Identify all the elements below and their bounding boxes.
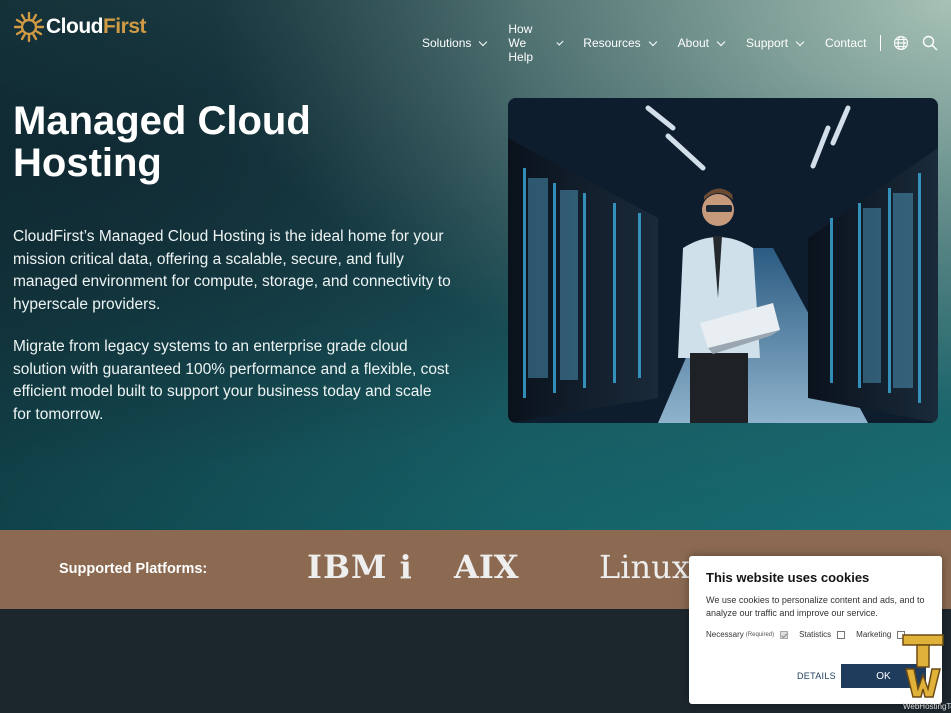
- platform-linux: Linux: [599, 548, 690, 586]
- option-label: Marketing: [856, 630, 892, 639]
- logo-text-cloud: Cloud: [46, 15, 103, 38]
- chevron-down-icon: [555, 38, 563, 45]
- cloudfirst-logo[interactable]: CloudFirst: [13, 11, 147, 43]
- cookie-options: Necessary (Required) Statistics Marketin…: [706, 630, 916, 639]
- cookie-option-statistics[interactable]: Statistics: [799, 630, 846, 639]
- chevron-down-icon: [648, 37, 657, 46]
- page-title: Managed Cloud Hosting: [13, 99, 311, 185]
- necessary-checkbox: [780, 630, 789, 639]
- chevron-down-icon: [479, 37, 488, 46]
- nav-divider: [880, 35, 881, 51]
- main-nav: Solutions How We Help Resources About Su…: [422, 22, 951, 64]
- chevron-down-icon: [795, 37, 805, 46]
- nav-label: Solutions: [422, 36, 472, 50]
- chevron-down-icon: [716, 37, 726, 46]
- nav-label: About: [677, 36, 710, 50]
- option-label: Necessary: [706, 630, 744, 639]
- logo-wordmark: CloudFirst: [46, 15, 147, 39]
- platform-aix: AIX: [454, 548, 519, 586]
- hero-paragraph-2: Migrate from legacy systems to an enterp…: [13, 338, 449, 423]
- watermark-logo-icon: [900, 631, 946, 706]
- search-icon[interactable]: [922, 35, 938, 51]
- nav-label: Contact: [825, 36, 867, 50]
- logo-text-first: First: [102, 15, 147, 38]
- hero-paragraph-1: CloudFirst’s Managed Cloud Hosting is th…: [13, 228, 451, 313]
- nav-label: Support: [746, 36, 789, 50]
- cookie-option-marketing[interactable]: Marketing: [856, 630, 906, 639]
- platforms-label: Supported Platforms:: [59, 561, 208, 577]
- nav-label: How We Help: [508, 22, 534, 64]
- nav-resources[interactable]: Resources: [583, 36, 657, 50]
- platform-ibm-i: IBM i: [307, 548, 413, 586]
- cookie-option-necessary: Necessary (Required): [706, 630, 789, 639]
- cookie-details-link[interactable]: DETAILS: [797, 671, 836, 681]
- nav-label: Resources: [583, 36, 641, 50]
- nav-about[interactable]: About: [677, 36, 726, 50]
- sunburst-logo-icon: [13, 11, 45, 43]
- nav-contact[interactable]: Contact: [825, 36, 866, 50]
- nav-support[interactable]: Support: [746, 36, 805, 50]
- cookie-title: This website uses cookies: [706, 570, 870, 585]
- watermark-text: WebHostingTop.com: [903, 702, 951, 711]
- statistics-checkbox[interactable]: [837, 630, 846, 639]
- option-required-note: (Required): [745, 631, 775, 638]
- globe-icon[interactable]: [893, 35, 909, 51]
- datacenter-photo: [508, 98, 938, 423]
- cookie-description: We use cookies to personalize content an…: [706, 595, 925, 618]
- nav-how-we-help[interactable]: How We Help: [508, 22, 563, 64]
- nav-solutions[interactable]: Solutions: [422, 36, 488, 50]
- option-label: Statistics: [799, 630, 832, 639]
